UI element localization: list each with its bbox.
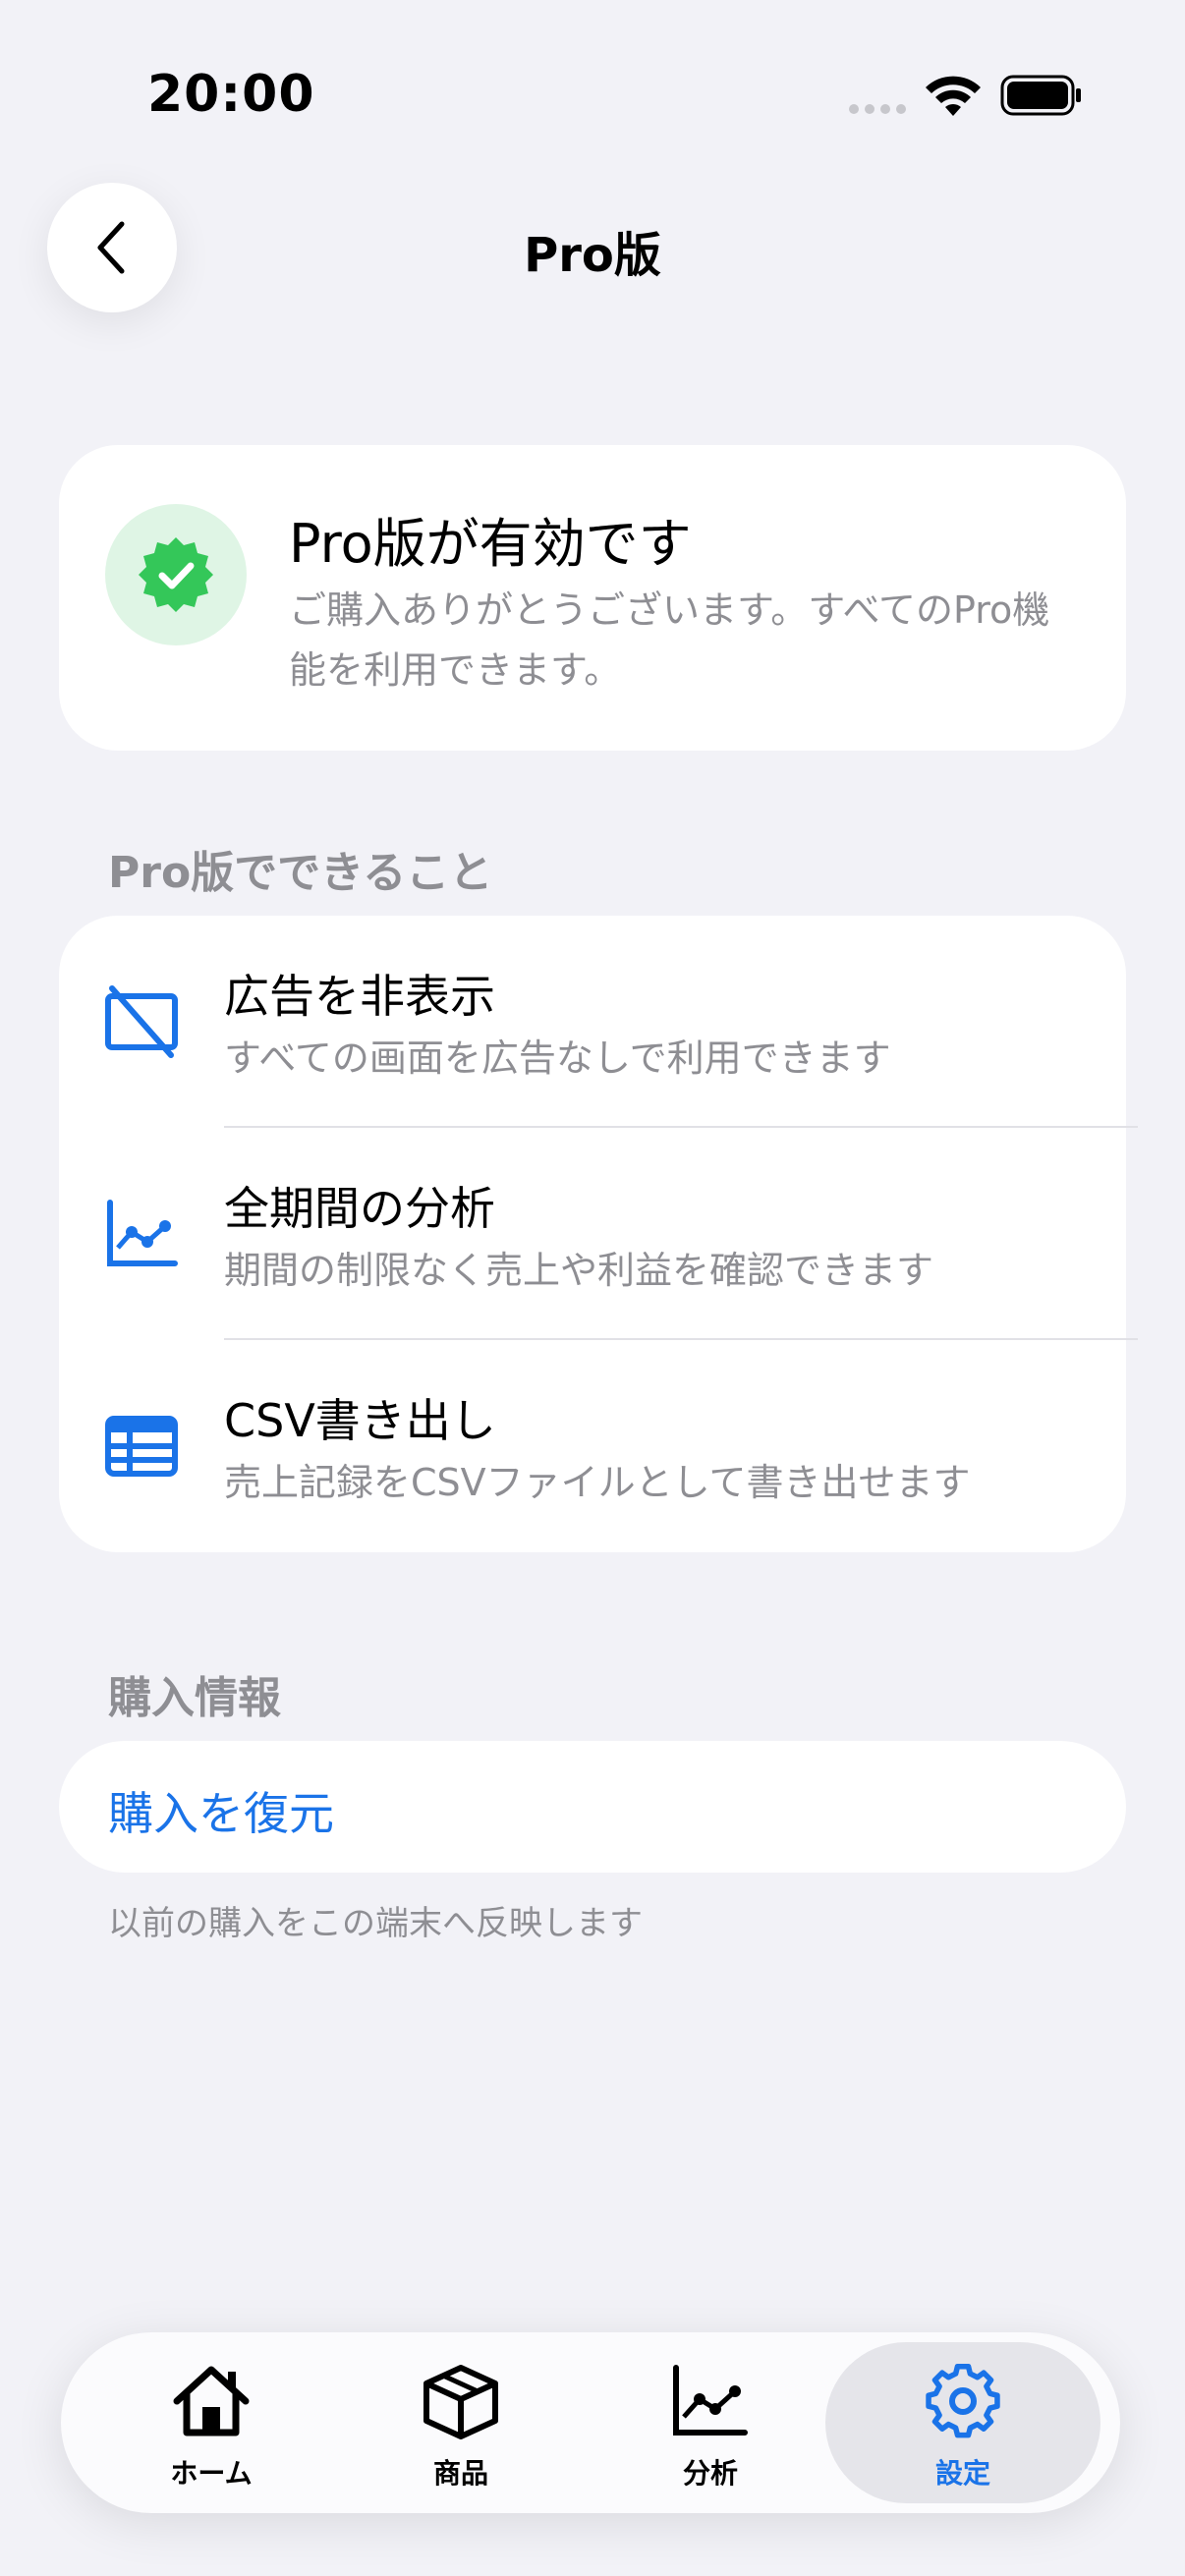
feature-item-no-ads: 広告を非表示 すべての画面を広告なしで利用できます — [59, 916, 1126, 1128]
tab-label: ホーム — [170, 2457, 253, 2490]
feature-subtitle: 売上記録をCSVファイルとして書き出せます — [224, 1461, 971, 1504]
pro-status-card: Pro版が有効です ご購入ありがとうございます。すべてのPro機能を利用できます… — [59, 445, 1126, 751]
features-card: 広告を非表示 すべての画面を広告なしで利用できます 全期間の分析 期間の制限なく… — [59, 916, 1138, 1552]
box-icon — [423, 2365, 498, 2439]
feature-item-analysis: 全期間の分析 期間の制限なく売上や利益を確認できます — [59, 1128, 1126, 1340]
restore-purchase-label: 購入を復元 — [108, 1787, 334, 1840]
restore-footnote: 以前の購入をこの端末へ反映します — [108, 1904, 643, 1943]
pro-status-description: ご購入ありがとうございます。すべてのPro機能を利用できます。 — [289, 588, 1050, 692]
battery-icon — [1000, 75, 1081, 116]
feature-title: CSV書き出し — [224, 1394, 496, 1447]
features-section-header: Pro版でできること — [108, 848, 493, 898]
tab-label: 商品 — [432, 2457, 488, 2490]
tab-products[interactable]: 商品 — [332, 2342, 590, 2503]
tab-home[interactable]: ホーム — [83, 2342, 340, 2503]
no-ads-icon — [105, 985, 178, 1058]
tab-settings[interactable]: 設定 — [825, 2342, 1100, 2503]
wifi-icon — [926, 76, 981, 116]
chart-line-icon — [107, 1200, 178, 1266]
feature-item-csv: CSV書き出し 売上記録をCSVファイルとして書き出せます — [59, 1340, 1126, 1552]
verified-badge-icon — [105, 504, 247, 645]
feature-title: 全期間の分析 — [224, 1182, 495, 1235]
restore-purchase-button[interactable]: 購入を復元 — [59, 1741, 1126, 1873]
status-bar: 20:00 — [0, 0, 1185, 196]
tab-analysis[interactable]: 分析 — [582, 2342, 839, 2503]
pro-status-title: Pro版が有効です — [289, 513, 692, 575]
feature-subtitle: 期間の制限なく売上や利益を確認できます — [224, 1249, 934, 1292]
house-icon — [173, 2366, 250, 2436]
status-time: 20:00 — [147, 65, 315, 124]
tab-label: 分析 — [682, 2457, 738, 2490]
feature-title: 広告を非表示 — [224, 970, 495, 1023]
gear-icon — [926, 2363, 1000, 2438]
feature-subtitle: すべての画面を広告なしで利用できます — [224, 1036, 891, 1080]
purchase-section-header: 購入情報 — [108, 1673, 281, 1723]
tab-label: 設定 — [934, 2457, 990, 2490]
table-icon — [105, 1416, 178, 1477]
page-title: Pro版 — [524, 228, 661, 283]
tab-bar: ホーム 商品 分析 設定 — [61, 2332, 1120, 2513]
cellular-signal-icon — [849, 104, 908, 116]
chart-icon — [673, 2365, 748, 2436]
